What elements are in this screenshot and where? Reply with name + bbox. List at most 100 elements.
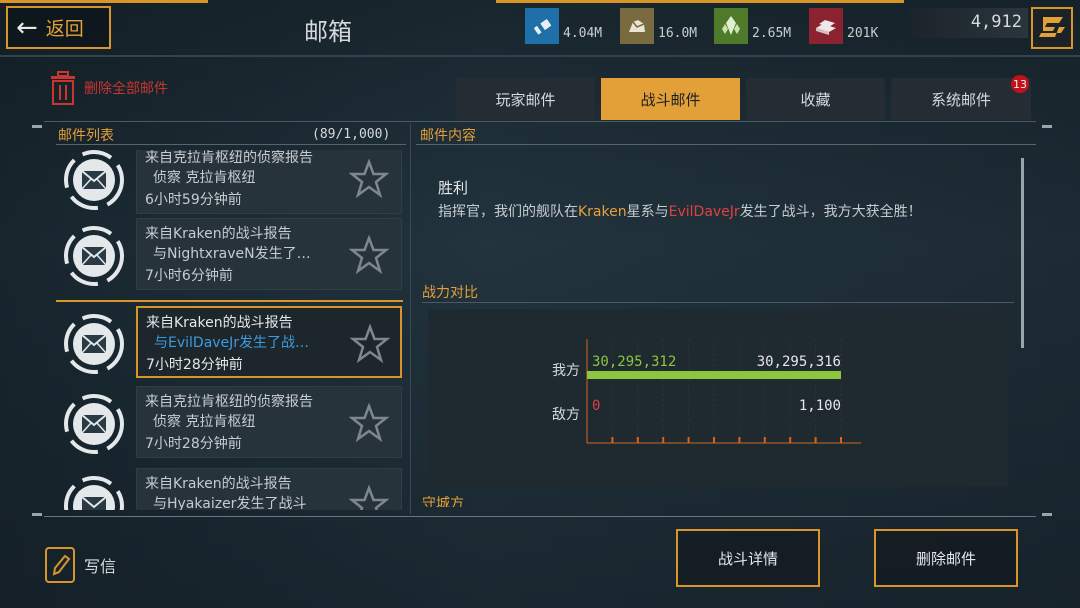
mail-subject: 与NightxraveN发生了… [153, 246, 311, 262]
back-label: 返回 [45, 18, 84, 40]
battle-detail-button[interactable]: 战斗详情 [676, 529, 820, 587]
body-text: 发生了战斗，我方大获全胜！ [739, 204, 922, 220]
mail-card[interactable]: 来自Kraken的战斗报告 与Hyakaizer发生了战斗 [136, 468, 402, 510]
body-text: 星系与 [626, 204, 669, 220]
mail-subject: 与EvilDaveJr发生了战… [154, 335, 310, 351]
category-label-ours: 我方 [552, 363, 580, 379]
write-mail-label: 写信 [84, 557, 117, 576]
defender-section-label: 守城方 [422, 496, 464, 507]
mail-time: 7小时6分钟前 [145, 268, 233, 284]
frame-corner [32, 125, 42, 128]
mail-card[interactable]: 来自克拉肯枢纽的侦察报告 侦察 克拉肯枢纽 6小时59分钟前 [136, 150, 402, 214]
gold-coin-icon [1039, 17, 1065, 37]
mail-content-header: 邮件内容 [420, 128, 476, 144]
tab-system-mail[interactable]: 系统邮件 [891, 78, 1031, 120]
frame-corner [32, 513, 42, 516]
star-icon[interactable] [349, 485, 389, 510]
body-place: Kraken [578, 204, 627, 220]
mail-time: 7小时28分钟前 [146, 357, 243, 373]
star-icon[interactable] [349, 403, 389, 443]
mail-card[interactable]: 来自Kraken的战斗报告 与EvilDaveJr发生了战… 7小时28分钟前 [136, 306, 402, 378]
body-enemy: EvilDaveJr [668, 204, 740, 220]
bar-ours [587, 371, 841, 379]
panel-divider [410, 124, 411, 514]
mail-title: 来自克拉肯枢纽的侦察报告 [145, 394, 313, 410]
mail-content-body: 指挥官，我们的舰队在Kraken星系与EvilDaveJr发生了战斗，我方大获全… [438, 201, 922, 221]
supply-icon [525, 8, 559, 44]
resource-value: 4.04M [563, 26, 603, 41]
frame-corner [1042, 125, 1052, 128]
top-bar: ← 返回 邮箱 4.04M 16.0M 2.65M 201K 4,912 [0, 0, 1080, 57]
arrow-left-icon: ← [16, 12, 38, 43]
mail-envelope-icon [62, 392, 126, 456]
mail-card[interactable]: 来自Kraken的战斗报告 与NightxraveN发生了… 7小时6分钟前 [136, 218, 402, 290]
power-comparison-label: 战力对比 [422, 285, 478, 301]
star-icon[interactable] [350, 324, 390, 364]
star-icon[interactable] [349, 159, 389, 199]
power-chart-panel: 我方 敌方 30,295,312 30,295,316 0 1,100 [428, 309, 1008, 487]
data-label-enemy-right: 1,100 [799, 398, 841, 414]
mail-title: 来自Kraken的战斗报告 [145, 226, 292, 242]
mail-envelope-icon [62, 150, 126, 212]
pencil-icon [45, 547, 75, 583]
delete-mail-button[interactable]: 删除邮件 [874, 529, 1018, 587]
mail-card[interactable]: 来自克拉肯枢纽的侦察报告 侦察 克拉肯枢纽 7小时28分钟前 [136, 386, 402, 458]
list-item[interactable]: 来自克拉肯枢纽的侦察报告 侦察 克拉肯枢纽 6小时59分钟前 [56, 150, 406, 226]
mail-time: 6小时59分钟前 [145, 192, 242, 208]
body-text: 指挥官，我们的舰队在 [438, 204, 578, 220]
mail-list[interactable]: 来自克拉肯枢纽的侦察报告 侦察 克拉肯枢纽 6小时59分钟前 来自Kraken的… [56, 150, 406, 510]
selected-indicator [56, 300, 403, 302]
mail-count: (89/1,000) [312, 127, 391, 142]
list-item[interactable]: 来自Kraken的战斗报告 与Hyakaizer发生了战斗 [56, 468, 406, 510]
resource-ore[interactable]: 16.0M [620, 0, 697, 44]
mail-content-title: 胜利 [438, 179, 469, 197]
gold-store-button[interactable] [1031, 7, 1073, 49]
power-chart: 我方 敌方 30,295,312 30,295,316 0 1,100 [552, 339, 861, 444]
content-header-line [416, 144, 1036, 145]
page-title: 邮箱 [304, 18, 352, 46]
resource-supply[interactable]: 4.04M [525, 0, 602, 44]
mail-subject: 侦察 克拉肯枢纽 [153, 170, 256, 186]
mail-envelope-icon [62, 312, 126, 376]
mail-subject: 与Hyakaizer发生了战斗 [153, 496, 307, 510]
delete-all-button[interactable]: 删除全部邮件 [48, 70, 168, 106]
top-accent-left [0, 0, 208, 3]
top-divider [0, 55, 1080, 57]
list-item-selected[interactable]: 来自Kraken的战斗报告 与EvilDaveJr发生了战… 7小时28分钟前 [56, 306, 406, 390]
back-button[interactable]: ← 返回 [6, 6, 111, 49]
list-item[interactable]: 来自克拉肯枢纽的侦察报告 侦察 克拉肯枢纽 7小时28分钟前 [56, 386, 406, 470]
resource-alloy[interactable]: 201K [809, 0, 878, 44]
gold-amount: 4,912 [910, 8, 1028, 38]
trash-icon [51, 71, 75, 105]
write-mail-button[interactable]: 写信 [44, 546, 116, 584]
data-label-ours-left: 30,295,312 [592, 354, 676, 370]
mail-title: 来自克拉肯枢纽的侦察报告 [145, 150, 313, 166]
content-scrollbar[interactable] [1021, 158, 1024, 348]
resource-value: 16.0M [658, 26, 698, 41]
list-item[interactable]: 来自Kraken的战斗报告 与NightxraveN发生了… 7小时6分钟前 [56, 218, 406, 302]
star-icon[interactable] [349, 235, 389, 275]
tab-favorites[interactable]: 收藏 [746, 78, 885, 120]
delete-all-label: 删除全部邮件 [84, 81, 168, 97]
mail-title: 来自Kraken的战斗报告 [145, 476, 292, 492]
mail-list-header: 邮件列表 [58, 128, 114, 144]
alloy-icon [809, 8, 843, 44]
mail-envelope-icon [62, 474, 126, 510]
data-label-enemy-left: 0 [592, 398, 600, 414]
frame-top-line [44, 121, 1036, 122]
resource-crystal[interactable]: 2.65M [714, 0, 791, 44]
resource-value: 2.65M [752, 26, 792, 41]
frame-corner [1042, 513, 1052, 516]
frame-bottom-line [44, 516, 1036, 517]
mail-envelope-icon [62, 224, 126, 288]
section-line [422, 302, 1014, 303]
mail-subject: 侦察 克拉肯枢纽 [153, 414, 256, 430]
crystal-icon [714, 8, 748, 44]
tab-player-mail[interactable]: 玩家邮件 [456, 78, 595, 120]
unread-badge: 13 [1011, 75, 1029, 93]
category-label-enemy: 敌方 [552, 407, 580, 423]
resource-value: 201K [847, 26, 879, 41]
mail-time: 7小时28分钟前 [145, 436, 242, 452]
tab-battle-mail[interactable]: 战斗邮件 [601, 78, 740, 120]
data-label-ours-right: 30,295,316 [757, 354, 841, 370]
